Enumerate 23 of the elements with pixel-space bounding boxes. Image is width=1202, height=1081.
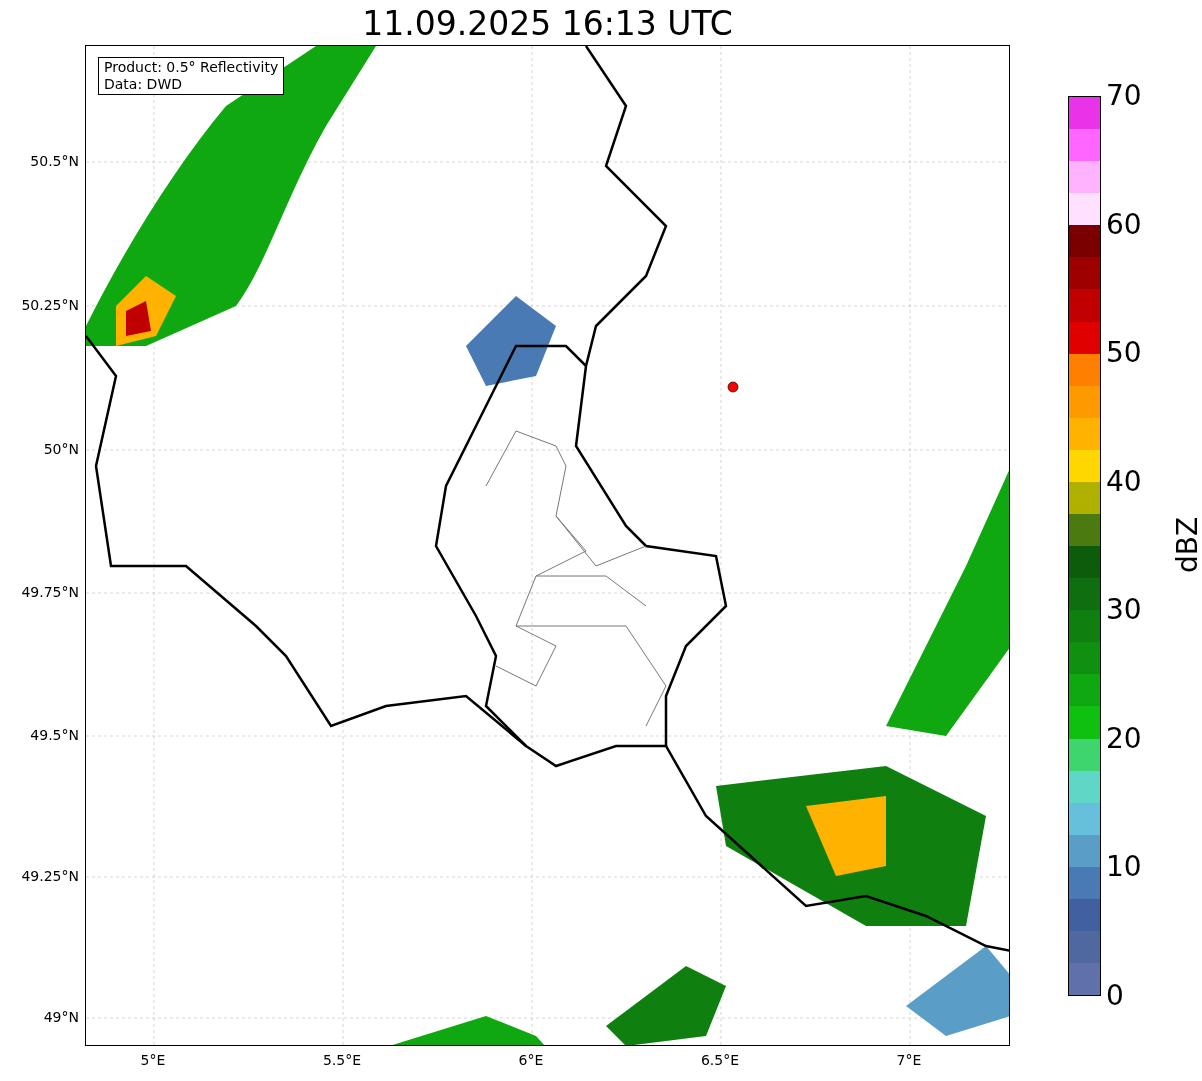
colorbar-tick-label: 10 xyxy=(1106,852,1142,883)
chart-title: 11.09.2025 16:13 UTC xyxy=(361,4,734,44)
axis-tick-label: 5.5°E xyxy=(321,1051,363,1070)
colorbar-tick-label: 60 xyxy=(1106,209,1142,240)
axis-tick-label: 49.75°N xyxy=(20,584,79,600)
axis-tick-label: 7°E xyxy=(895,1051,923,1070)
colorbar-tick-label: 0 xyxy=(1106,981,1124,1011)
axis-tick-label: 49.5°N xyxy=(29,727,79,743)
axis-tick-label: 49°N xyxy=(42,1009,79,1025)
colorbar-tick-label: 50 xyxy=(1106,338,1142,369)
colorbar-tick-label: 70 xyxy=(1106,81,1142,111)
axis-tick-label: 50.5°N xyxy=(29,153,79,169)
colorbar-tick-label: 20 xyxy=(1106,723,1142,754)
info-box: Product: 0.5° Reflectivity Data: DWD xyxy=(98,57,285,95)
axis-tick-label: 49.25°N xyxy=(20,868,79,884)
colorbar-tick-label: 40 xyxy=(1106,466,1142,497)
colorbar-label: dBZ xyxy=(1173,516,1202,574)
colorbar-tick-label: 30 xyxy=(1106,595,1142,626)
axis-tick-label: 6.5°E xyxy=(699,1051,741,1070)
axis-tick-label: 50°N xyxy=(42,441,79,457)
axis-tick-label: 5°E xyxy=(139,1051,167,1070)
axis-tick-label: 6°E xyxy=(517,1051,545,1070)
axis-tick-label: 50.25°N xyxy=(20,297,79,313)
